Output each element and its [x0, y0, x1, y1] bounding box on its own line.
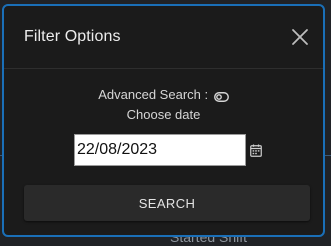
filter-options-dialog: Filter Options Advanced Search : Choose …	[2, 4, 325, 237]
dialog-body: Advanced Search : Choose date 22/08/2023…	[4, 69, 323, 235]
dialog-header: Filter Options	[4, 6, 323, 69]
close-icon[interactable]	[291, 28, 309, 46]
search-button[interactable]: SEARCH	[24, 185, 310, 221]
toggle-off-icon[interactable]	[213, 90, 229, 102]
choose-date-label: Choose date	[126, 107, 201, 122]
background-divider	[325, 155, 331, 156]
dialog-title: Filter Options	[24, 28, 121, 45]
advanced-search-row: Advanced Search :	[4, 86, 323, 102]
date-field[interactable]	[74, 134, 246, 166]
calendar-icon[interactable]	[250, 144, 262, 157]
advanced-search-label: Advanced Search :	[98, 87, 209, 103]
